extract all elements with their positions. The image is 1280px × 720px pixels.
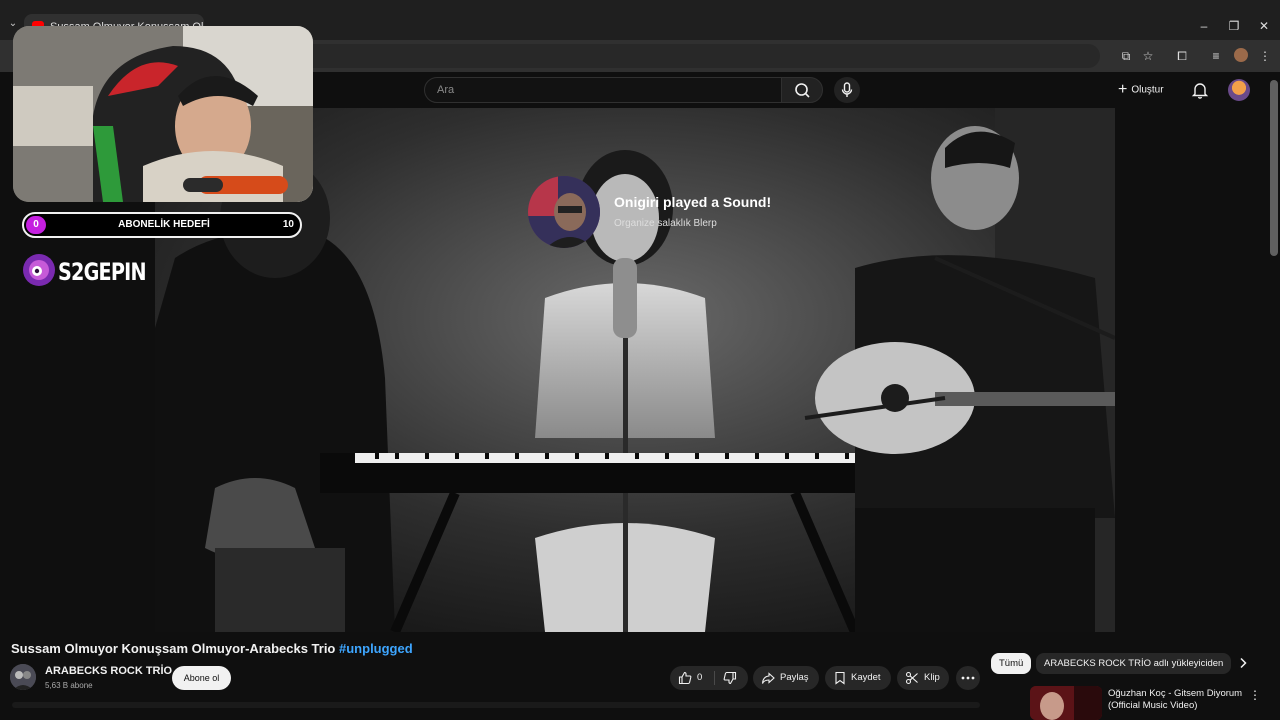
share-button[interactable]: Paylaş [753, 666, 819, 690]
recommendation-title[interactable]: Oğuzhan Koç - Gitsem Diyorum (Official M… [1108, 688, 1246, 712]
video-title-text: Sussam Olmuyor Konuşsam Olmuyor-Arabecks… [11, 641, 336, 656]
install-app-icon[interactable]: ⧉ [1118, 48, 1134, 64]
browser-profile-avatar[interactable] [1234, 48, 1248, 62]
bookmark-icon [835, 671, 845, 685]
minimize-icon[interactable]: – [1194, 16, 1214, 36]
create-button[interactable]: + Oluştur [1118, 80, 1164, 100]
clip-button[interactable]: Klip [897, 666, 949, 690]
video-title: Sussam Olmuyor Konuşsam Olmuyor-Arabecks… [11, 641, 413, 656]
page-scrollbar[interactable] [1270, 80, 1278, 256]
more-actions-button[interactable] [956, 666, 980, 690]
scissors-icon [905, 671, 918, 685]
restore-icon[interactable]: ❐ [1224, 16, 1244, 36]
like-count: 0 [697, 672, 703, 683]
subscribe-button[interactable]: Abone ol [172, 666, 231, 690]
more-horizontal-icon [961, 676, 975, 680]
search-button[interactable] [781, 77, 823, 103]
streamer-webcam [13, 26, 313, 202]
bookmark-star-icon[interactable]: ☆ [1140, 48, 1156, 64]
alert-avatar [528, 176, 600, 248]
alert-subtitle: Organize salaklık Blerp [614, 218, 717, 229]
plus-icon: + [1118, 81, 1128, 98]
search-icon [795, 83, 810, 98]
account-avatar[interactable] [1228, 79, 1250, 101]
extensions-icon[interactable]: ⧠ [1174, 48, 1190, 64]
streamer-logo-text: S2GEPIN [58, 258, 147, 286]
chip-uploader[interactable]: ARABECKS ROCK TRİO adlı yükleyiciden [1036, 653, 1232, 674]
save-button[interactable]: Kaydet [825, 666, 891, 690]
more-vertical-icon[interactable]: ⋮ [1249, 688, 1261, 702]
channel-avatar[interactable] [10, 664, 36, 690]
dislike-button[interactable] [715, 666, 748, 690]
create-label: Oluştur [1131, 84, 1164, 96]
description-box[interactable] [12, 702, 980, 708]
close-icon[interactable]: ✕ [1254, 16, 1274, 36]
subscriber-count: 5,63 B abone [45, 681, 93, 690]
alert-title: Onigiri played a Sound! [614, 194, 772, 210]
voice-search-button[interactable] [834, 77, 860, 103]
webcam-image [13, 26, 313, 202]
thumbs-down-icon [723, 671, 737, 685]
subscriber-goal-bar: 0 ABONELİK HEDEFİ 10 [22, 212, 302, 238]
clip-label: Klip [924, 672, 940, 683]
thumbs-up-icon [678, 671, 692, 685]
alert-avatar-image [528, 176, 600, 248]
like-dislike-group: 0 [670, 666, 748, 690]
media-control-icon[interactable]: ≡ [1208, 48, 1224, 64]
chevron-right-icon[interactable] [1236, 656, 1250, 670]
bell-icon [1191, 83, 1209, 99]
address-bar[interactable] [300, 44, 1100, 68]
goal-label: ABONELİK HEDEFİ [118, 219, 210, 230]
goal-target-count: 10 [282, 219, 294, 230]
share-label: Paylaş [780, 672, 809, 683]
microphone-icon [841, 82, 853, 97]
like-button[interactable]: 0 [670, 666, 714, 690]
channel-avatar-image [10, 664, 36, 690]
channel-name[interactable]: ARABECKS ROCK TRİO [45, 665, 172, 677]
sound-alert: Onigiri played a Sound! Organize salaklı… [526, 170, 896, 254]
browser-menu-icon[interactable]: ⋮ [1257, 48, 1273, 64]
hashtag-link[interactable]: #unplugged [339, 641, 413, 656]
chip-all[interactable]: Tümü [991, 653, 1032, 674]
recommendation-thumbnail-image [1030, 686, 1102, 720]
notifications-button[interactable] [1190, 80, 1210, 100]
share-icon [761, 672, 775, 684]
save-label: Kaydet [851, 672, 881, 683]
recommendation-thumbnail[interactable] [1030, 686, 1102, 720]
search-input[interactable]: Ara [424, 77, 782, 103]
